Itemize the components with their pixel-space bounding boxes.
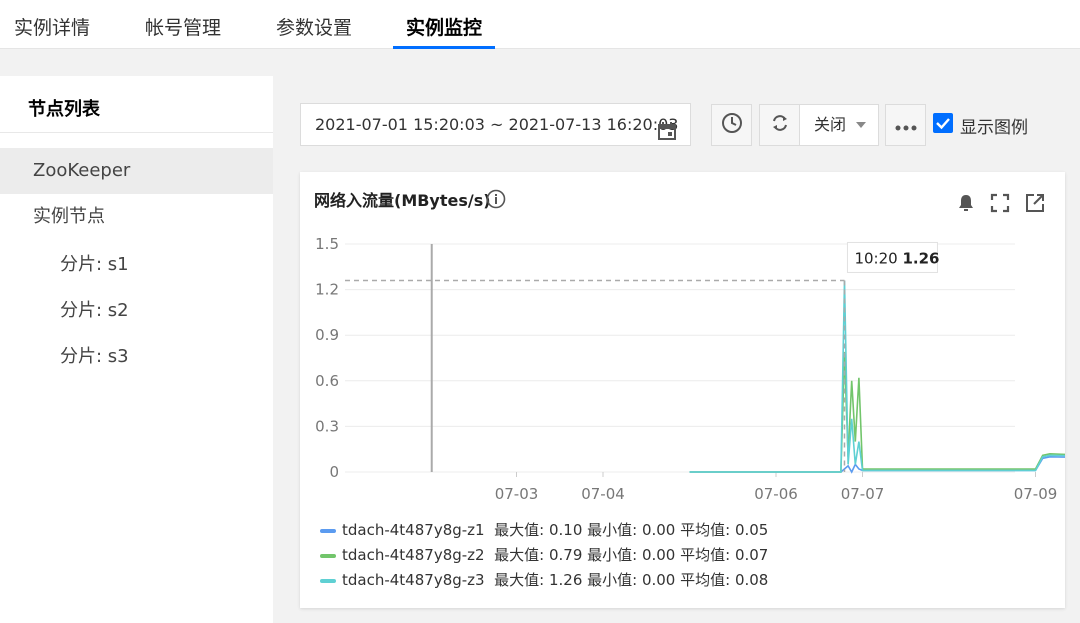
bell-icon[interactable] — [956, 193, 976, 217]
refresh-button[interactable] — [759, 104, 800, 146]
series-line — [689, 280, 1065, 473]
more-icon — [895, 116, 917, 135]
chart-card: 网络入流量(MBytes/s) 1.5 1.2 0.9 0.6 0.3 0 07-03 07-… — [300, 172, 1065, 608]
y-tick-label: 0.3 — [315, 417, 339, 435]
tab-instance-monitoring[interactable]: 实例监控 — [392, 0, 496, 49]
more-options-button[interactable] — [885, 104, 926, 146]
show-legend-checkbox[interactable] — [933, 113, 953, 133]
legend-item-z2[interactable]: tdach-4t487y8g-z2 最大值: 0.79 最小值: 0.00 平均… — [320, 544, 768, 566]
checkmark-icon — [936, 118, 950, 130]
legend-series-name: tdach-4t487y8g-z2 — [342, 546, 485, 564]
legend-swatch — [320, 528, 336, 533]
sidebar-item-zookeeper[interactable]: ZooKeeper — [0, 148, 273, 194]
chevron-down-icon — [856, 122, 866, 128]
info-icon[interactable] — [486, 189, 506, 213]
external-link-icon[interactable] — [1025, 193, 1045, 217]
clock-icon — [721, 112, 743, 138]
x-tick-label: 07-04 — [581, 485, 625, 503]
legend-swatch — [320, 578, 336, 583]
node-list-sidebar: 节点列表 ZooKeeper 实例节点 分片: s1 分片: s2 分片: s3 — [0, 76, 273, 623]
y-tick-label: 1.2 — [315, 281, 339, 299]
date-range-text: 2021-07-01 15:20:03 ~ 2021-07-13 16:20:0… — [315, 115, 679, 134]
x-tick-label: 07-09 — [1014, 485, 1058, 503]
x-tick-label: 07-06 — [754, 485, 798, 503]
line-chart: 1.5 1.2 0.9 0.6 0.3 0 07-03 07-04 07-06 07-07 07-0… — [315, 235, 1065, 503]
y-tick-label: 1.5 — [315, 235, 339, 253]
auto-refresh-value: 关闭 — [814, 115, 847, 134]
sidebar-item-instance-nodes[interactable]: 实例节点 — [0, 194, 273, 240]
legend-series-stats: 最大值: 0.10 最小值: 0.00 平均值: 0.05 — [494, 521, 769, 539]
chart-title: 网络入流量(MBytes/s) — [314, 191, 491, 210]
legend-series-name: tdach-4t487y8g-z3 — [342, 571, 485, 589]
series-line — [689, 351, 1065, 473]
top-tab-bar: 实例详情 帐号管理 参数设置 实例监控 — [0, 0, 1080, 49]
legend-item-z3[interactable]: tdach-4t487y8g-z3 最大值: 1.26 最小值: 0.00 平均… — [320, 569, 768, 591]
sidebar-divider — [0, 132, 273, 133]
show-legend-label[interactable]: 显示图例 — [960, 113, 1028, 138]
fullscreen-icon[interactable] — [990, 193, 1010, 217]
tab-instance-details[interactable]: 实例详情 — [14, 0, 90, 49]
y-tick-label: 0 — [329, 463, 339, 481]
legend-series-name: tdach-4t487y8g-z1 — [342, 521, 485, 539]
tab-parameter-settings[interactable]: 参数设置 — [276, 0, 352, 49]
refresh-icon — [770, 113, 790, 137]
calendar-icon — [657, 115, 677, 156]
y-tick-label: 0.9 — [315, 326, 339, 344]
sidebar-item-shard-s3[interactable]: 分片: s3 — [0, 334, 273, 380]
sidebar-item-shard-s1[interactable]: 分片: s1 — [0, 242, 273, 288]
x-tick-label: 07-03 — [495, 485, 539, 503]
legend-series-stats: 最大值: 0.79 最小值: 0.00 平均值: 0.07 — [494, 546, 769, 564]
legend-series-stats: 最大值: 1.26 最小值: 0.00 平均值: 0.08 — [494, 571, 769, 589]
sidebar-title: 节点列表 — [28, 99, 100, 120]
auto-refresh-select[interactable]: 关闭 — [799, 104, 879, 146]
time-range-button[interactable] — [711, 104, 752, 146]
tooltip-text: 10:20 1.26 — [854, 249, 939, 267]
x-tick-label: 07-07 — [841, 485, 885, 503]
legend-swatch — [320, 553, 336, 558]
tab-account-management[interactable]: 帐号管理 — [145, 0, 221, 49]
sidebar-item-shard-s2[interactable]: 分片: s2 — [0, 288, 273, 334]
y-tick-label: 0.6 — [315, 372, 339, 390]
legend-item-z1[interactable]: tdach-4t487y8g-z1 最大值: 0.10 最小值: 0.00 平均… — [320, 519, 768, 541]
date-range-picker[interactable]: 2021-07-01 15:20:03 ~ 2021-07-13 16:20:0… — [300, 103, 691, 146]
